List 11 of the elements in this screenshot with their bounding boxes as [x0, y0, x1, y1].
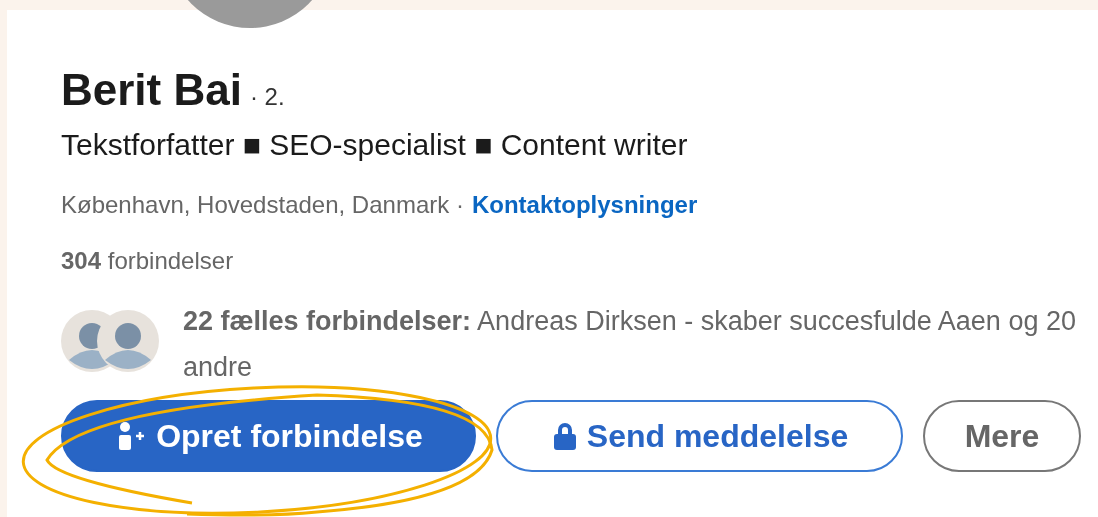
mutual-connections-text: 22 fælles forbindelser: Andreas Dirksen - skaber succesfulde Aaen og 20 andre	[183, 305, 1077, 384]
location-text: København, Hovedstaden, Danmark ·	[61, 190, 464, 220]
more-button[interactable]: Mere	[923, 400, 1081, 472]
message-button[interactable]: Send meddelelse	[496, 400, 903, 472]
connections-count: 304 forbindelser	[61, 246, 235, 276]
contact-info-link[interactable]: Kontaktoplysninger	[471, 189, 698, 221]
profile-name: Berit Bai	[61, 64, 242, 116]
person-avatar-icon	[97, 310, 159, 372]
connection-degree: · 2.	[249, 82, 285, 112]
connect-button[interactable]: Opret forbindelse	[61, 400, 476, 472]
profile-headline: Tekstforfatter ■ SEO-specialist ■ Content writer	[61, 127, 689, 163]
